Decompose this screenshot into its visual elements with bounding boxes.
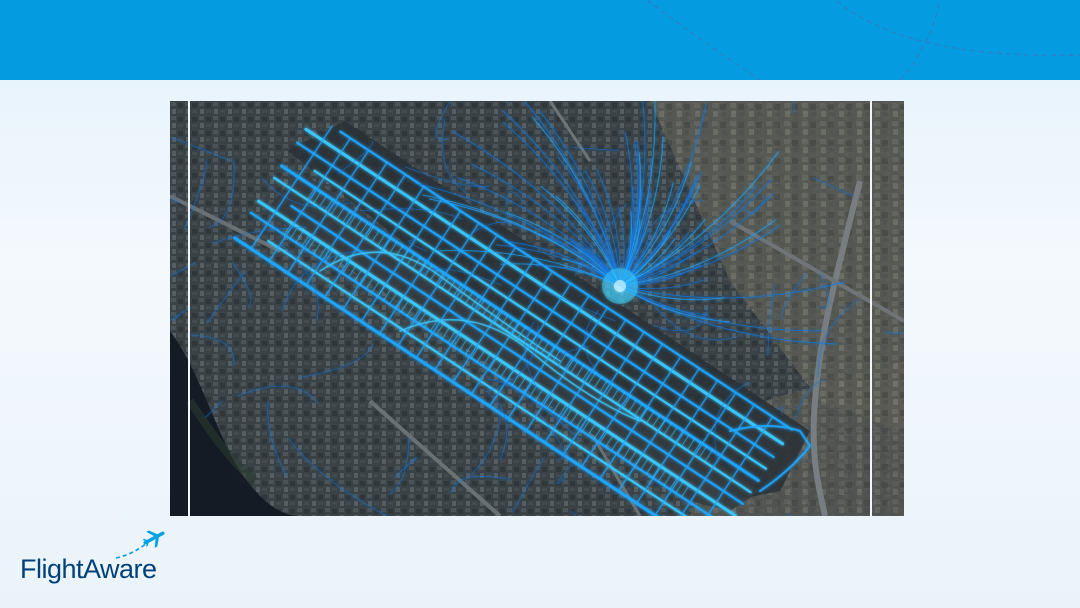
satellite-map-image [170, 101, 904, 516]
frame-divider-left [188, 101, 190, 516]
airport-flight-track-map [170, 101, 904, 516]
frame-divider-right [870, 101, 872, 516]
flightaware-logo: FlightAware [18, 528, 168, 588]
logo-text: FlightAware [20, 554, 157, 584]
decorative-arc-lines [645, 0, 1080, 80]
header-band [0, 0, 1080, 80]
